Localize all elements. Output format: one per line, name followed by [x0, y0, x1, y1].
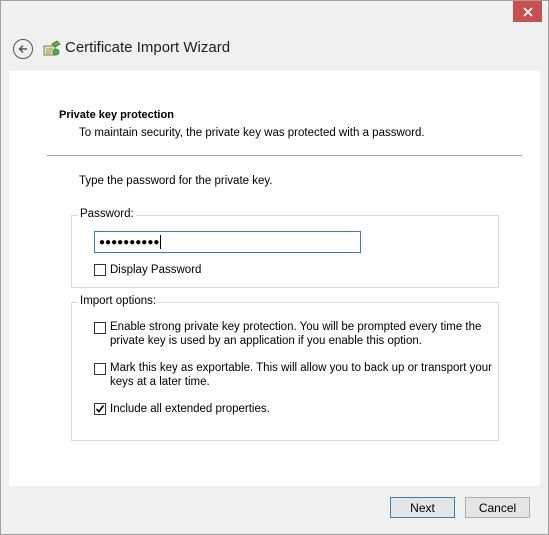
cancel-button[interactable]: Cancel [465, 497, 530, 518]
strong-protection-label-line2: private key is used by an application if… [110, 335, 422, 347]
close-icon [522, 6, 533, 17]
password-group: Password: ●●●●●●●●●● Display Password [71, 208, 499, 288]
certificate-icon [43, 40, 61, 56]
wizard-window: Certificate Import Wizard Private key pr… [0, 0, 549, 535]
strong-protection-label-line1: Enable strong private key protection. Yo… [110, 321, 482, 333]
back-button[interactable] [13, 39, 33, 59]
password-input[interactable]: ●●●●●●●●●● [94, 231, 361, 253]
exportable-label: Mark this key as exportable. This will a… [110, 361, 492, 389]
extended-properties-label: Include all extended properties. [110, 403, 270, 415]
back-arrow-icon [18, 44, 27, 54]
password-value: ●●●●●●●●●● [99, 236, 160, 248]
close-button[interactable] [513, 1, 542, 22]
checkmark-icon [95, 405, 105, 413]
strong-protection-checkbox[interactable] [94, 322, 106, 334]
display-password-checkbox[interactable] [94, 264, 106, 276]
wizard-title: Certificate Import Wizard [65, 39, 231, 56]
password-group-label: Password: [78, 208, 136, 220]
section-title: Private key protection [59, 109, 174, 121]
import-options-group: Import options: Enable strong private ke… [71, 295, 499, 441]
extended-properties-checkbox[interactable] [94, 403, 106, 415]
exportable-checkbox[interactable] [94, 363, 106, 375]
strong-protection-label: Enable strong private key protection. Yo… [110, 320, 481, 348]
exportable-label-line2: keys at a later time. [110, 376, 210, 388]
import-options-label: Import options: [78, 295, 159, 307]
wizard-header: Certificate Import Wizard [1, 27, 548, 71]
instruction-text: Type the password for the private key. [79, 175, 273, 187]
wizard-footer: Next Cancel [1, 486, 548, 534]
display-password-label: Display Password [110, 264, 202, 276]
exportable-label-line1: Mark this key as exportable. This will a… [110, 362, 493, 374]
title-bar [1, 1, 548, 27]
next-button[interactable]: Next [390, 497, 455, 518]
divider [47, 155, 522, 156]
text-caret [160, 235, 162, 249]
section-description: To maintain security, the private key wa… [79, 127, 425, 139]
wizard-content: Private key protection To maintain secur… [9, 71, 540, 486]
